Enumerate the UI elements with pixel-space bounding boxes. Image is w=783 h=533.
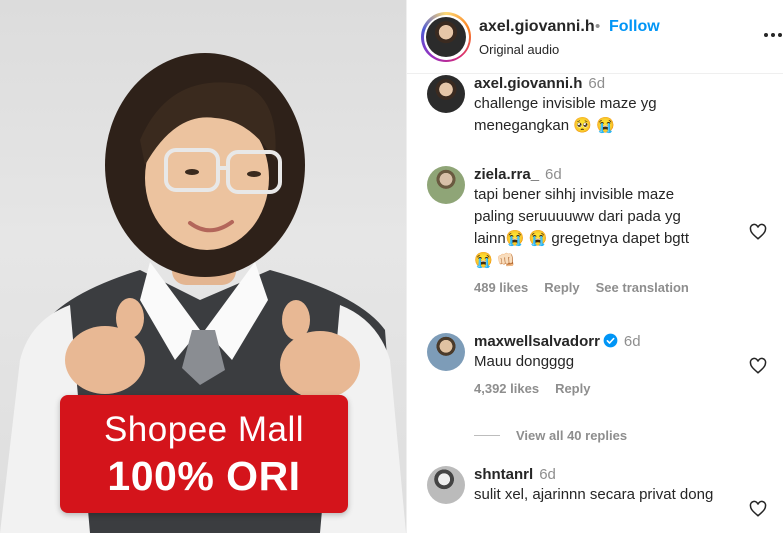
author-avatar (426, 17, 466, 57)
comment-username[interactable]: axel.giovanni.h (474, 75, 582, 92)
author-avatar-ring[interactable] (421, 12, 471, 62)
commenter-avatar[interactable] (427, 166, 465, 204)
post-header: axel.giovanni.h • Follow Original audio (407, 0, 783, 74)
reel-media[interactable]: Shopee Mall 100% ORI (0, 0, 406, 533)
comment-text: challenge invisible maze yg menegangkan … (474, 95, 657, 134)
view-replies-button[interactable]: View all 40 replies (474, 428, 627, 443)
like-heart-icon[interactable] (749, 223, 767, 241)
view-replies-label: View all 40 replies (516, 428, 628, 443)
replies-divider (474, 435, 500, 436)
promo-banner: Shopee Mall 100% ORI (60, 395, 348, 513)
separator-dot: • (595, 18, 601, 35)
commenter-avatar[interactable] (427, 333, 465, 371)
audio-link[interactable]: Original audio (479, 42, 559, 57)
comment-username[interactable]: maxwellsalvadorr (474, 333, 600, 350)
comments-list[interactable]: axel.giovanni.h 6d challenge invisible ma… (407, 75, 783, 533)
promo-line-1: Shopee Mall (103, 410, 305, 449)
comment-time: 6d (623, 333, 641, 350)
like-heart-icon[interactable] (749, 357, 767, 375)
comment-username[interactable]: ziela.rra_ (474, 166, 539, 183)
comment-text: Mauu dongggg (474, 353, 575, 370)
comment-username[interactable]: shntanrl (474, 466, 533, 483)
follow-button[interactable]: Follow (609, 18, 660, 36)
reply-button[interactable]: Reply (555, 381, 590, 396)
comment-time: 6d (588, 75, 606, 92)
author-username[interactable]: axel.giovanni.h (479, 18, 595, 36)
verified-badge-icon (603, 333, 618, 348)
comments-panel: axel.giovanni.h • Follow Original audio … (406, 0, 783, 533)
promo-line-2: 100% ORI (107, 453, 301, 499)
comment-time: 6d (545, 166, 562, 183)
commenter-avatar[interactable] (427, 75, 465, 113)
comment-text: sulit xel, ajarinnn secara privat dong (474, 486, 714, 503)
comment-text: tapi bener sihhj invisible maze paling s… (474, 186, 689, 269)
comment-likes[interactable]: 4,392 likes (474, 381, 539, 396)
comment-time: 6d (539, 466, 556, 483)
more-options-icon[interactable] (764, 22, 783, 50)
commenter-avatar[interactable] (427, 466, 465, 504)
reply-button[interactable]: Reply (544, 280, 579, 295)
see-translation-button[interactable]: See translation (596, 280, 689, 295)
comment-likes[interactable]: 489 likes (474, 280, 528, 295)
like-heart-icon[interactable] (749, 500, 767, 518)
